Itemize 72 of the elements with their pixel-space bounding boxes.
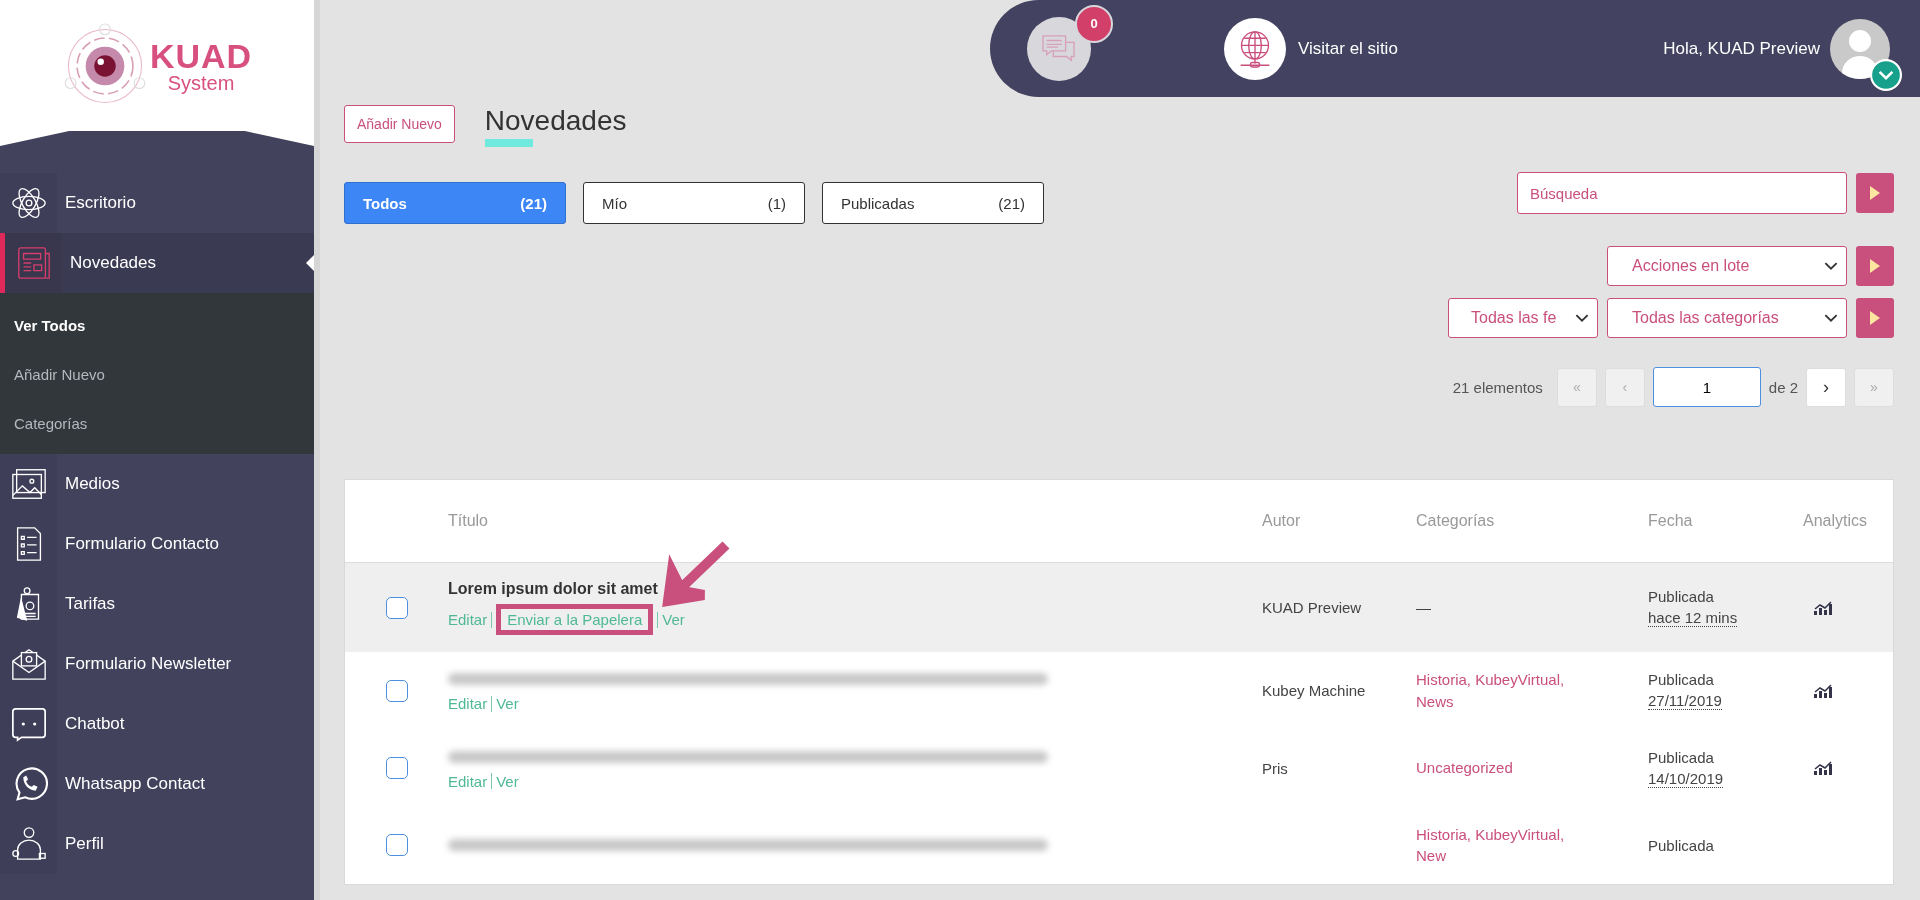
sidebar-item[interactable]: Perfil <box>0 814 314 874</box>
analytics-chart-icon[interactable] <box>1813 760 1833 776</box>
avatar[interactable] <box>1830 18 1890 79</box>
page-number-field[interactable]: 1 <box>1652 367 1761 407</box>
arrow-icon <box>660 541 731 607</box>
row-checkbox[interactable] <box>385 834 408 857</box>
post-status: Publicada <box>1648 836 1715 854</box>
bulk-actions-dropdown[interactable]: Acciones en lote <box>1607 246 1847 286</box>
analytics-chart-icon[interactable] <box>1813 599 1833 616</box>
view-tab[interactable]: Todos (21) <box>344 182 566 224</box>
column-header[interactable]: Fecha <box>1648 512 1803 530</box>
author-cell-text: KUAD Preview <box>1262 599 1363 616</box>
logo-subtitle: System <box>167 73 235 93</box>
sidebar-item[interactable]: Novedades <box>0 233 314 293</box>
next-page-button[interactable]: › <box>1806 367 1846 407</box>
sidebar-item[interactable]: Formulario Contacto <box>0 514 314 574</box>
view-tab[interactable]: Publicadas (21) <box>822 182 1044 224</box>
chat-icon <box>9 705 48 743</box>
filter-button[interactable] <box>1856 298 1894 338</box>
add-new-button[interactable]: Añadir Nuevo <box>344 105 455 143</box>
user-icon <box>9 825 48 863</box>
post-title[interactable]: Lorem ipsum dolor sit amet <box>448 580 1262 598</box>
category-link[interactable]: Uncategorized <box>1416 757 1566 779</box>
post-date: hace 12 mins <box>1648 609 1738 627</box>
row-checkbox[interactable] <box>385 679 408 702</box>
sidebar-item[interactable]: Medios <box>0 454 314 514</box>
row-action-link[interactable]: Ver <box>496 772 519 790</box>
sidebar-item[interactable]: Formulario Newsletter <box>0 634 314 694</box>
page-total: de 2 <box>1768 378 1798 396</box>
row-checkbox[interactable] <box>385 596 408 619</box>
sidebar-item[interactable]: Whatsapp Contact <box>0 754 314 814</box>
post-status: Publicada <box>1648 671 1715 689</box>
row-checkbox[interactable] <box>385 757 408 779</box>
chevron-down-icon <box>1824 261 1838 271</box>
post-date: 27/11/2019 <box>1648 692 1722 711</box>
post-status: Publicada <box>1648 588 1715 605</box>
user-greeting: Hola, KUAD Preview <box>1663 38 1820 59</box>
row-action-link[interactable]: Editar <box>448 772 488 790</box>
search-field[interactable]: Búsqueda <box>1517 172 1847 214</box>
author-cell-text: Kubey Machine <box>1262 682 1367 700</box>
sidebar-item[interactable]: Tarifas <box>0 574 314 634</box>
date-filter-dropdown[interactable]: Todas las fe <box>1448 298 1598 338</box>
post-date: 14/10/2019 <box>1648 769 1724 788</box>
visit-site-link[interactable]: Visitar el sitio <box>1298 38 1398 59</box>
analytics-chart-icon[interactable] <box>1813 682 1833 699</box>
column-header[interactable]: Categorías <box>1416 512 1648 530</box>
category-link[interactable]: Historia, KubeyVirtual, News <box>1416 669 1566 713</box>
item-count: 21 elementos <box>1452 378 1543 396</box>
row-action-link[interactable]: Editar <box>448 695 488 713</box>
post-status: Publicada <box>1648 748 1715 766</box>
selection-pointer-icon <box>306 255 314 271</box>
submenu-item[interactable]: Categorías <box>0 399 314 448</box>
submenu-item[interactable]: Ver Todos <box>0 301 314 350</box>
chevron-down-icon[interactable] <box>1870 58 1902 91</box>
column-header[interactable]: Analytics <box>1803 512 1893 530</box>
sidebar-item[interactable]: Chatbot <box>0 694 314 754</box>
submenu-item[interactable]: Añadir Nuevo <box>0 350 314 399</box>
category-link[interactable]: Historia, KubeyVirtual, New <box>1416 823 1566 867</box>
logo-wordmark: KUAD <box>149 39 253 73</box>
category-filter-dropdown[interactable]: Todas las categorías <box>1607 298 1847 338</box>
column-header[interactable]: Título <box>448 512 1262 530</box>
row-action-link[interactable]: Ver <box>496 695 519 713</box>
sidebar-item[interactable]: Escritorio <box>0 173 314 233</box>
chevron-down-icon <box>1575 313 1589 323</box>
chevron-down-icon <box>1824 313 1838 323</box>
view-tab[interactable]: Mío (1) <box>583 182 805 224</box>
apply-button[interactable] <box>1856 246 1894 286</box>
empty-category: — <box>1416 599 1432 616</box>
notification-badge: 0 <box>1075 4 1113 43</box>
column-header[interactable]: Autor <box>1262 512 1416 530</box>
search-button[interactable] <box>1856 173 1894 213</box>
author-cell-text: Pris <box>1262 759 1289 777</box>
